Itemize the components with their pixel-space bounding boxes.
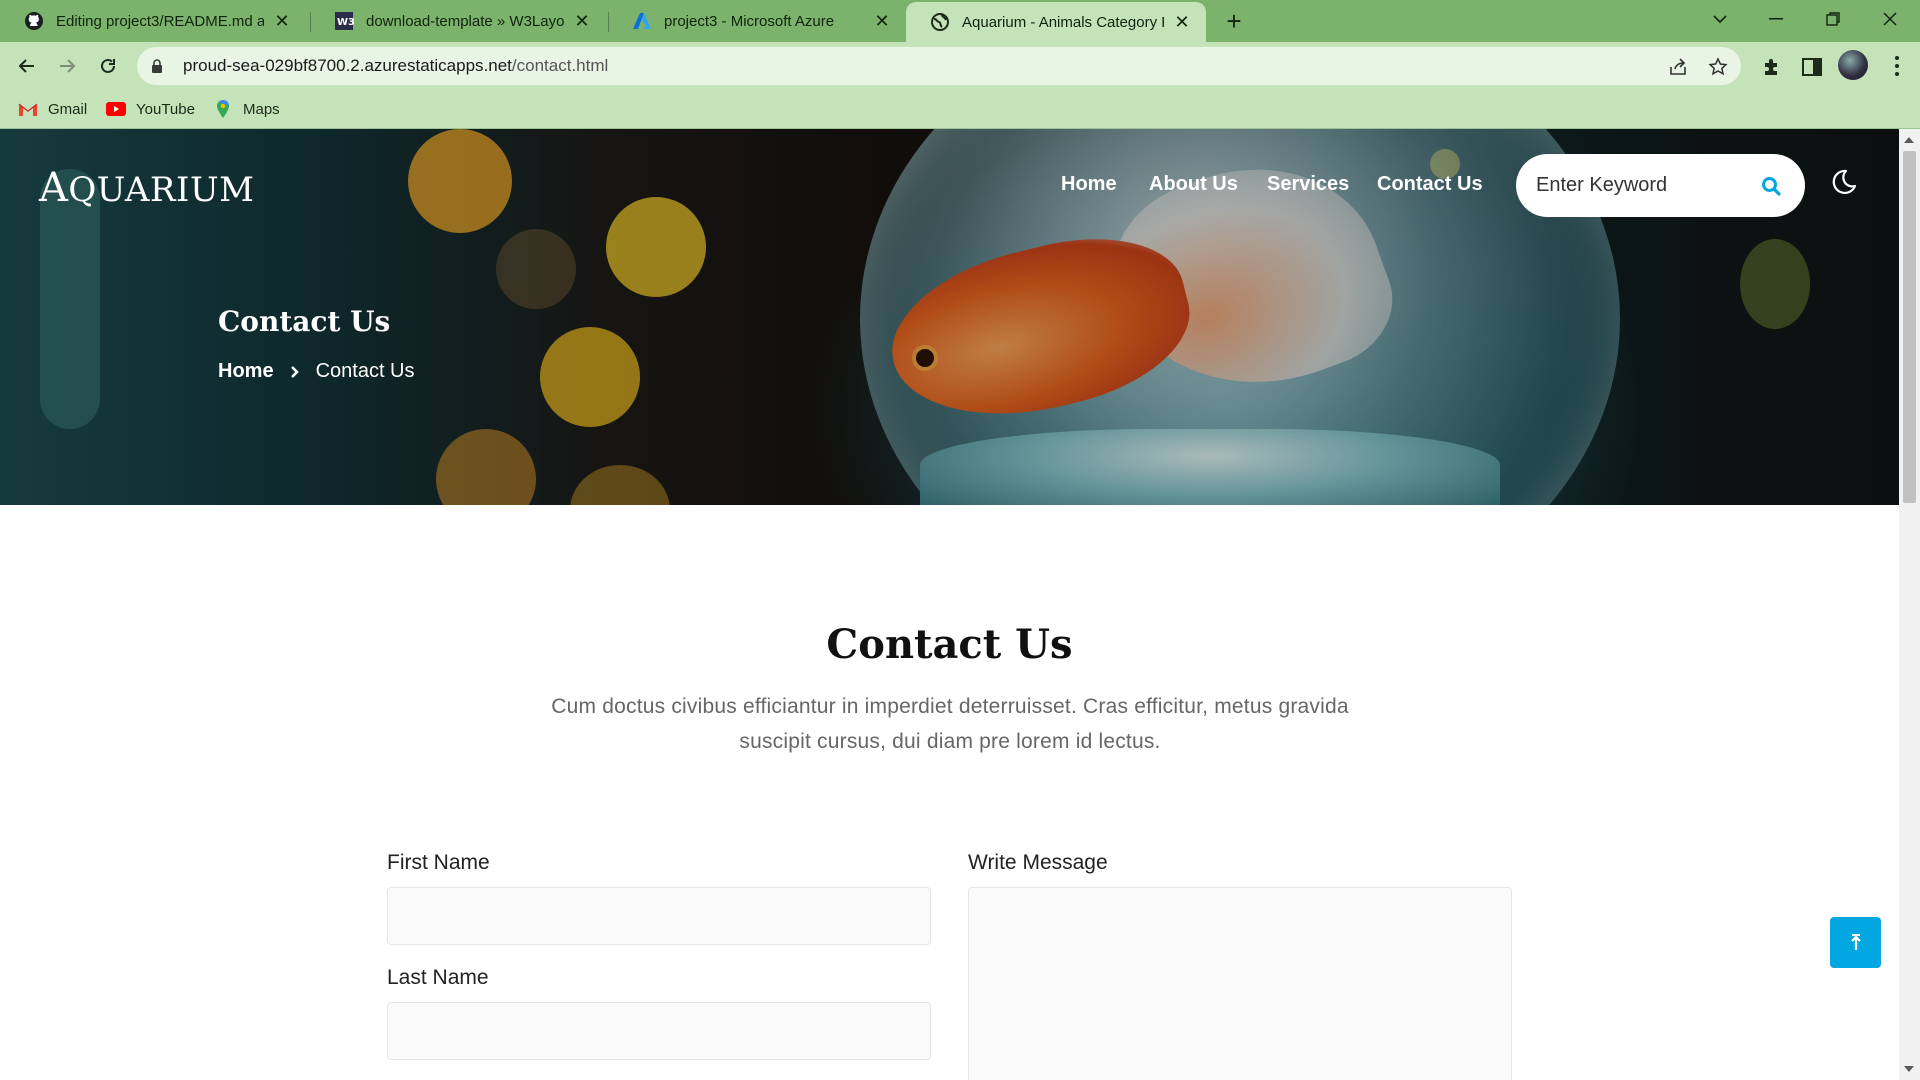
message-textarea[interactable]	[968, 887, 1512, 1080]
tab-title: Aquarium - Animals Category Re	[962, 13, 1164, 31]
restore-icon[interactable]	[1805, 0, 1861, 38]
scroll-up-arrow-icon[interactable]	[1904, 137, 1914, 143]
extensions-icon[interactable]	[1760, 55, 1784, 79]
last-name-label: Last Name	[387, 966, 489, 989]
close-icon[interactable]: ✕	[872, 11, 892, 31]
page-scrollbar[interactable]	[1899, 129, 1920, 1080]
share-icon[interactable]	[1667, 56, 1689, 78]
bookmark-maps[interactable]: Maps	[213, 98, 280, 120]
browser-tab-strip: Editing project3/README.md at m ✕ W3 dow…	[0, 0, 1920, 42]
nav-contact-us[interactable]: Contact Us	[1377, 173, 1483, 196]
search-input[interactable]: Enter Keyword	[1516, 154, 1805, 217]
page-title: Contact Us	[218, 305, 391, 338]
nav-services[interactable]: Services	[1267, 173, 1349, 196]
close-icon[interactable]: ✕	[272, 11, 292, 31]
message-label: Write Message	[968, 851, 1108, 874]
tab-title: download-template » W3Layouts	[366, 12, 564, 30]
breadcrumb-current: Contact Us	[315, 360, 415, 382]
maps-icon	[213, 100, 233, 118]
bookmark-label: YouTube	[136, 100, 195, 118]
close-icon[interactable]: ✕	[572, 11, 592, 31]
section-subtitle: Cum doctus civibus efficiantur in imperd…	[551, 695, 1349, 753]
search-placeholder: Enter Keyword	[1536, 174, 1668, 196]
logo-initial: A	[39, 165, 69, 211]
github-icon	[24, 11, 44, 31]
tab-title: Editing project3/README.md at m	[56, 12, 264, 30]
tab-w3layouts[interactable]: W3 download-template » W3Layouts ✕	[310, 0, 606, 42]
section-title: Contact Us	[826, 621, 1073, 668]
dark-mode-toggle-icon[interactable]	[1828, 167, 1858, 197]
lock-icon[interactable]	[151, 58, 165, 74]
bookmarks-bar: Gmail YouTube Maps	[0, 90, 1920, 129]
tab-aquarium[interactable]: Aquarium - Animals Category Re ✕	[906, 2, 1206, 42]
scroll-down-arrow-icon[interactable]	[1904, 1066, 1914, 1072]
forward-icon[interactable]	[51, 50, 83, 82]
side-panel-icon[interactable]	[1800, 55, 1824, 79]
browser-toolbar: proud-sea-029bf8700.2.azurestaticapps.ne…	[0, 42, 1920, 90]
browser-menu-icon[interactable]	[1887, 54, 1907, 78]
page-viewport: AQUARIUM Home About Us Services Contact …	[0, 129, 1899, 1080]
new-tab-button[interactable]: +	[1220, 8, 1248, 36]
breadcrumb: Home Contact Us	[218, 360, 415, 383]
close-icon[interactable]: ✕	[1172, 12, 1192, 32]
arrow-up-icon	[1850, 933, 1861, 950]
w3layouts-icon: W3	[334, 11, 354, 31]
first-name-label: First Name	[387, 851, 490, 874]
tab-search-icon[interactable]	[1692, 0, 1748, 38]
back-icon[interactable]	[11, 50, 43, 82]
tab-title: project3 - Microsoft Azure	[664, 12, 835, 30]
globe-icon	[930, 12, 950, 32]
last-name-field[interactable]	[387, 1002, 931, 1060]
site-logo[interactable]: AQUARIUM	[39, 165, 254, 211]
minimize-icon[interactable]	[1748, 0, 1804, 38]
nav-about-us[interactable]: About Us	[1149, 173, 1238, 196]
chevron-right-icon	[290, 365, 300, 379]
scrollbar-thumb[interactable]	[1903, 151, 1916, 503]
tab-azure[interactable]: project3 - Microsoft Azure ✕	[608, 0, 906, 42]
bookmark-star-icon[interactable]	[1707, 56, 1729, 78]
profile-avatar[interactable]	[1838, 50, 1868, 80]
address-bar[interactable]: proud-sea-029bf8700.2.azurestaticapps.ne…	[137, 47, 1741, 85]
gmail-icon	[18, 100, 38, 118]
url-host: proud-sea-029bf8700.2.azurestaticapps.ne…	[183, 56, 512, 75]
youtube-icon	[106, 100, 126, 118]
url-text[interactable]: proud-sea-029bf8700.2.azurestaticapps.ne…	[183, 56, 608, 76]
bookmark-youtube[interactable]: YouTube	[106, 98, 195, 120]
bookmark-gmail[interactable]: Gmail	[18, 98, 87, 120]
search-icon[interactable]	[1759, 174, 1783, 198]
hero-banner: AQUARIUM Home About Us Services Contact …	[0, 129, 1899, 505]
bookmark-label: Gmail	[48, 100, 88, 118]
close-window-icon[interactable]	[1862, 0, 1918, 38]
bookmark-label: Maps	[243, 100, 280, 118]
azure-icon	[632, 11, 652, 31]
reload-icon[interactable]	[92, 50, 124, 82]
nav-home[interactable]: Home	[1061, 173, 1117, 196]
scroll-to-top-button[interactable]	[1830, 917, 1881, 968]
svg-text:W3: W3	[337, 17, 354, 28]
tab-github-readme[interactable]: Editing project3/README.md at m ✕	[0, 0, 306, 42]
breadcrumb-home[interactable]: Home	[218, 360, 274, 383]
first-name-field[interactable]	[387, 887, 931, 945]
logo-text: QUARIUM	[68, 170, 255, 210]
url-path: /contact.html	[511, 56, 609, 75]
